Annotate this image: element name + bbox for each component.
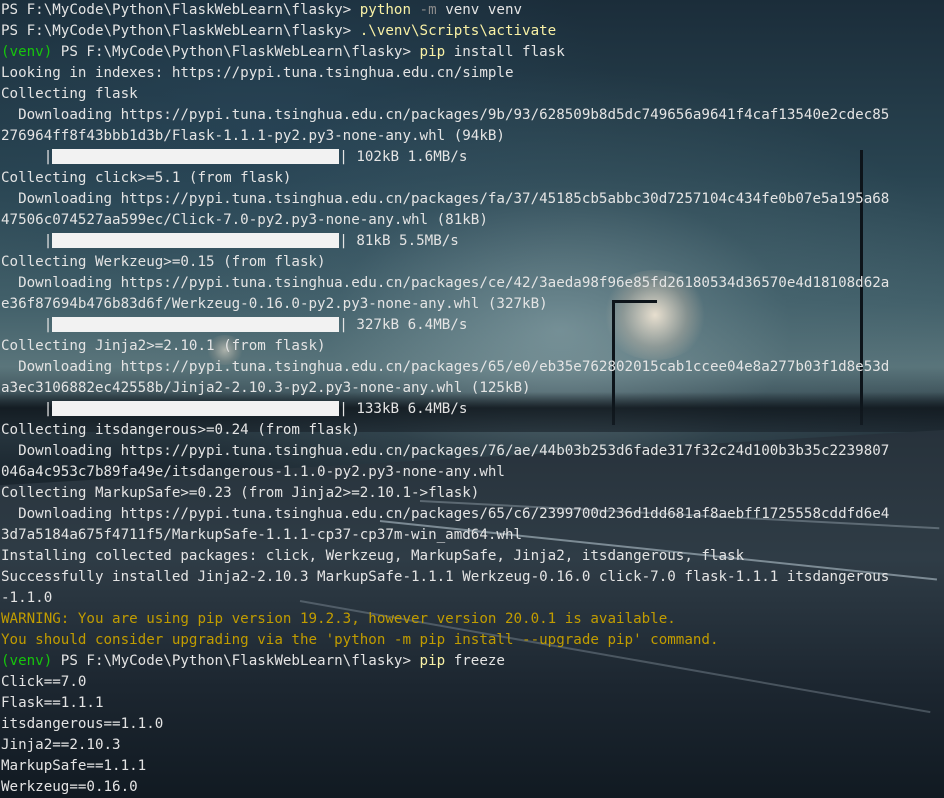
output-line: e36f87694b476b83d6f/Werkzeug-0.16.0-py2.… bbox=[1, 296, 548, 312]
output-line: Downloading https://pypi.tuna.tsinghua.e… bbox=[1, 359, 890, 375]
output-line: Downloading https://pypi.tuna.tsinghua.e… bbox=[1, 191, 890, 207]
command: pip bbox=[419, 44, 446, 60]
freeze-output-line: Jinja2==2.10.3 bbox=[1, 737, 121, 753]
command-line: (venv) PS F:\MyCode\Python\FlaskWebLearn… bbox=[1, 651, 944, 672]
command: pip bbox=[419, 653, 446, 669]
output-line: Collecting itsdangerous>=0.24 (from flas… bbox=[1, 422, 360, 438]
progress-info: | 102kB 1.6MB/s bbox=[339, 149, 468, 165]
freeze-output-line: itsdangerous==1.1.0 bbox=[1, 716, 164, 732]
output-line: 276964ff8f43bbb1d3b/Flask-1.1.1-py2.py3-… bbox=[1, 128, 505, 144]
freeze-output-line: Werkzeug==0.16.0 bbox=[1, 779, 138, 795]
progress-line: | | 102kB 1.6MB/s bbox=[1, 149, 468, 165]
output-line: 47506c074527aa599ec/Click-7.0-py2.py3-no… bbox=[1, 212, 488, 228]
progress-bar bbox=[52, 233, 340, 248]
progress-line: | | 327kB 6.4MB/s bbox=[1, 317, 468, 333]
output-line: Downloading https://pypi.tuna.tsinghua.e… bbox=[1, 107, 890, 123]
output-line: -1.1.0 bbox=[1, 590, 53, 606]
prompt: PS F:\MyCode\Python\FlaskWebLearn\flasky… bbox=[52, 653, 420, 669]
output-line: Collecting Werkzeug>=0.15 (from flask) bbox=[1, 254, 326, 270]
prompt: PS F:\MyCode\Python\FlaskWebLearn\flasky… bbox=[52, 44, 420, 60]
output-line: a3ec3106882ec42558b/Jinja2-2.10.3-py2.py… bbox=[1, 380, 531, 396]
progress-info: | 81kB 5.5MB/s bbox=[339, 233, 459, 249]
command-args: install flask bbox=[445, 44, 565, 60]
prompt: PS F:\MyCode\Python\FlaskWebLearn\flasky… bbox=[1, 23, 360, 39]
warning-line: You should consider upgrading via the 'p… bbox=[1, 632, 719, 648]
command-flag: -m bbox=[419, 2, 437, 18]
command-args: venv venv bbox=[445, 2, 523, 18]
output-line: Downloading https://pypi.tuna.tsinghua.e… bbox=[1, 275, 890, 291]
progress-line: | | 133kB 6.4MB/s bbox=[1, 401, 468, 417]
freeze-output-line: MarkupSafe==1.1.1 bbox=[1, 758, 147, 774]
progress-bar bbox=[52, 149, 340, 164]
output-line: Collecting Jinja2>=2.10.1 (from flask) bbox=[1, 338, 326, 354]
progress-info: | 133kB 6.4MB/s bbox=[339, 401, 468, 417]
freeze-output-line: Flask==1.1.1 bbox=[1, 695, 104, 711]
command-line: (venv) PS F:\MyCode\Python\FlaskWebLearn… bbox=[1, 42, 944, 63]
command-line: PS F:\MyCode\Python\FlaskWebLearn\flasky… bbox=[1, 21, 944, 42]
command: python bbox=[359, 2, 411, 18]
output-line: Collecting flask bbox=[1, 86, 138, 102]
venv-indicator: (venv) bbox=[1, 44, 53, 60]
freeze-output-line: Click==7.0 bbox=[1, 674, 87, 690]
command-line: PS F:\MyCode\Python\FlaskWebLearn\flasky… bbox=[1, 0, 944, 21]
progress-line: | | 81kB 5.5MB/s bbox=[1, 233, 459, 249]
output-line: Installing collected packages: click, We… bbox=[1, 548, 745, 564]
terminal-output[interactable]: PS F:\MyCode\Python\FlaskWebLearn\flasky… bbox=[1, 0, 944, 798]
output-line: Downloading https://pypi.tuna.tsinghua.e… bbox=[1, 506, 890, 522]
output-line: 3d7a5184a675f4711f5/MarkupSafe-1.1.1-cp3… bbox=[1, 527, 523, 543]
output-line: Collecting MarkupSafe>=0.23 (from Jinja2… bbox=[1, 485, 480, 501]
progress-bar bbox=[52, 317, 340, 332]
output-line: 046a4c953c7b89fa49e/itsdangerous-1.1.0-p… bbox=[1, 464, 505, 480]
output-line: Collecting click>=5.1 (from flask) bbox=[1, 170, 292, 186]
output-line: Looking in indexes: https://pypi.tuna.ts… bbox=[1, 65, 514, 81]
output-line: Downloading https://pypi.tuna.tsinghua.e… bbox=[1, 443, 890, 459]
progress-info: | 327kB 6.4MB/s bbox=[339, 317, 468, 333]
progress-bar bbox=[52, 401, 340, 416]
prompt: PS F:\MyCode\Python\FlaskWebLearn\flasky… bbox=[1, 2, 360, 18]
command-args: freeze bbox=[445, 653, 505, 669]
output-line: Successfully installed Jinja2-2.10.3 Mar… bbox=[1, 569, 890, 585]
venv-indicator: (venv) bbox=[1, 653, 53, 669]
warning-line: WARNING: You are using pip version 19.2.… bbox=[1, 611, 676, 627]
command: .\venv\Scripts\activate bbox=[359, 23, 557, 39]
